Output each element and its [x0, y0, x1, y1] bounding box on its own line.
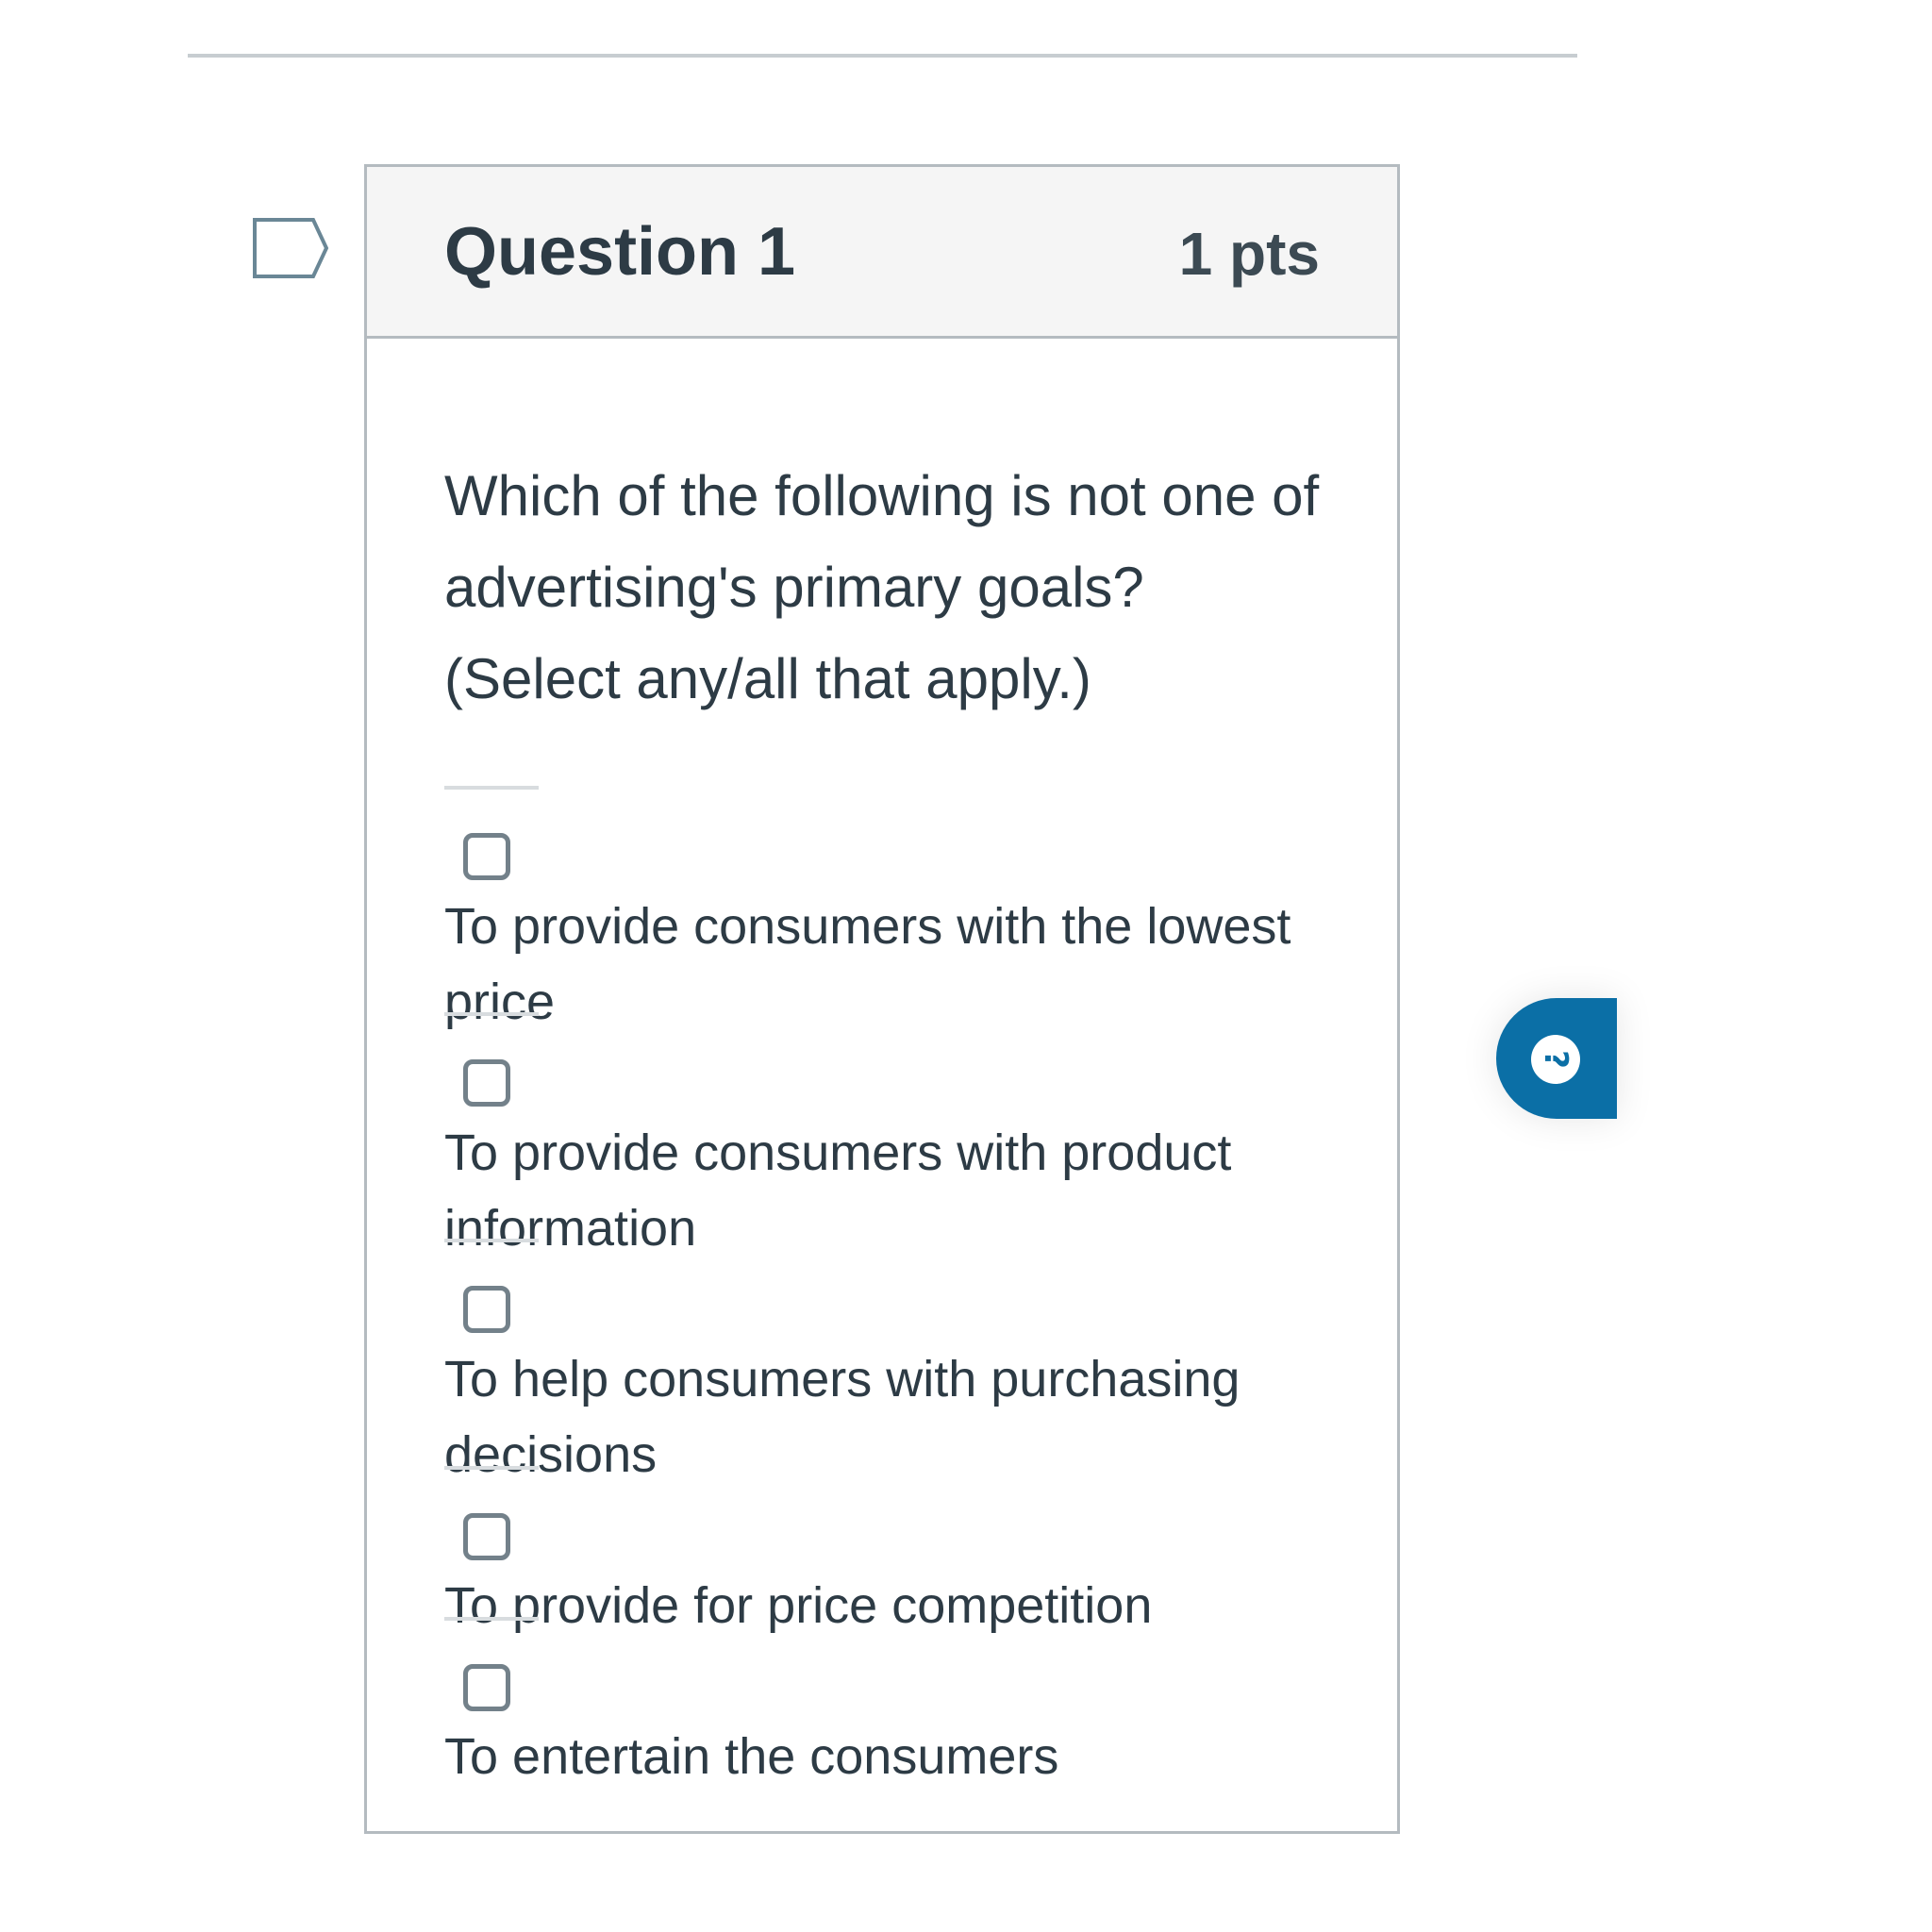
answer-option-entertain-consumers[interactable]: To entertain the consumers: [444, 1617, 1322, 1794]
question-prompt: Which of the following is not one of adv…: [444, 464, 1320, 710]
question-card: Question 1 1 pts Which of the following …: [364, 164, 1400, 1834]
top-divider: [188, 54, 1577, 58]
flag-question-icon[interactable]: [251, 216, 330, 280]
answer-checkbox[interactable]: [463, 1059, 510, 1107]
answer-label: To entertain the consumers: [444, 1728, 1059, 1785]
answer-checkbox[interactable]: [463, 1513, 510, 1560]
question-header: Question 1 1 pts: [367, 167, 1397, 339]
answer-label: To provide consumers with the lowest pri…: [444, 898, 1291, 1030]
answer-option-purchasing-decisions[interactable]: To help consumers with purchasing decisi…: [444, 1239, 1322, 1492]
answer-checkbox[interactable]: [463, 1664, 510, 1711]
question-mark-icon: ?: [1537, 1050, 1574, 1069]
answer-checkbox[interactable]: [463, 833, 510, 880]
answer-option-lowest-price[interactable]: To provide consumers with the lowest pri…: [444, 786, 1322, 1040]
help-button[interactable]: ?: [1496, 998, 1617, 1119]
answer-label: To provide for price competition: [444, 1577, 1153, 1634]
answer-checkbox[interactable]: [463, 1286, 510, 1333]
answer-option-product-information[interactable]: To provide consumers with product inform…: [444, 1012, 1322, 1266]
answer-label: To help consumers with purchasing decisi…: [444, 1351, 1241, 1483]
answer-label: To provide consumers with product inform…: [444, 1124, 1232, 1257]
help-icon: ?: [1531, 1035, 1580, 1084]
question-points: 1 pts: [1178, 220, 1320, 288]
answer-list: To provide consumers with the lowest pri…: [444, 786, 1322, 1794]
answer-option-price-competition[interactable]: To provide for price competition: [444, 1466, 1322, 1643]
question-title: Question 1: [444, 214, 796, 290]
